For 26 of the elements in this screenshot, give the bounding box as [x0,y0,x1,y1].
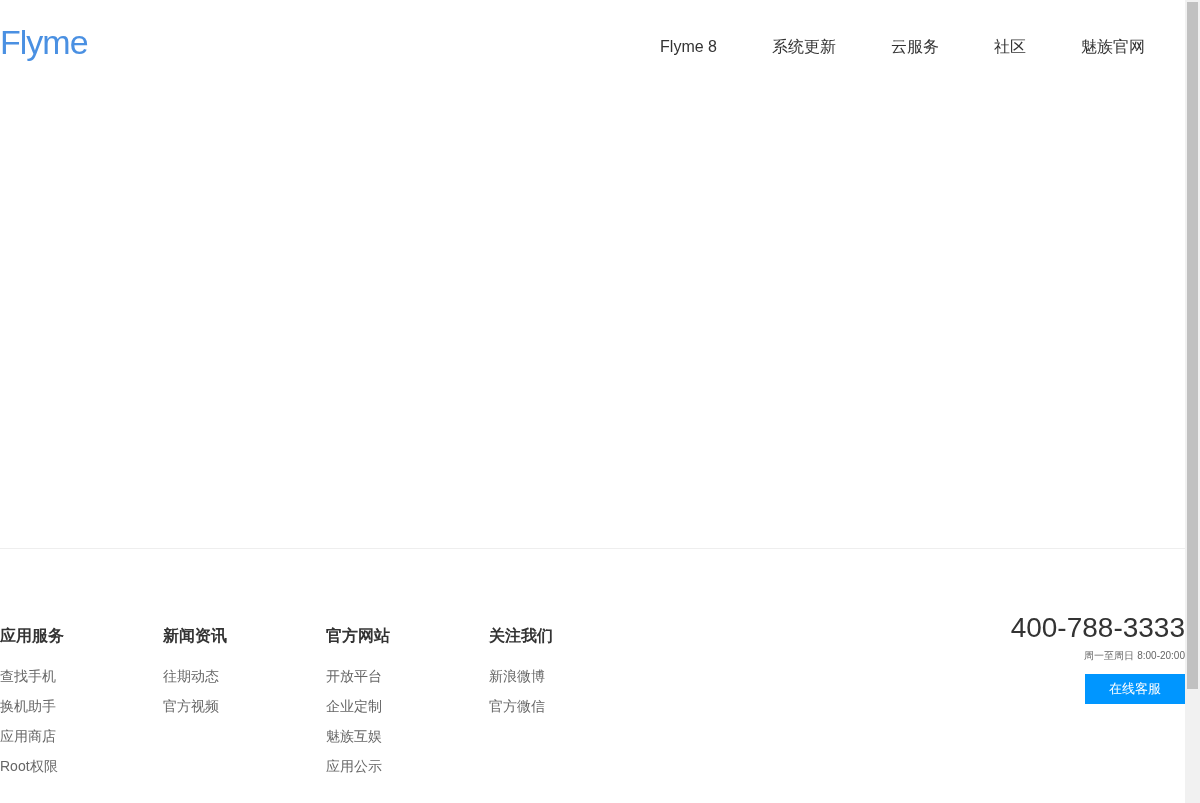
flyme-logo[interactable]: Flyme [0,25,88,59]
footer-link[interactable]: 新浪微博 [489,666,545,686]
footer-link[interactable]: 开放平台 [326,666,382,686]
column-heading: 官方网站 [326,626,391,646]
nav-link[interactable]: 云服务 [891,37,939,57]
column-heading: 新闻资讯 [163,626,228,646]
footer-link[interactable]: 换机助手 [0,696,56,716]
footer-link[interactable]: 往期动态 [163,666,219,686]
footer-link[interactable]: 应用商店 [0,726,56,746]
footer-link[interactable]: Root权限 [0,756,58,776]
footer-link[interactable]: 查找手机 [0,666,56,686]
nav-link[interactable]: 系统更新 [772,37,836,57]
phone-number: 400-788-3333 [1010,611,1185,645]
nav-link[interactable]: 魅族官网 [1081,37,1145,57]
column-heading: 关注我们 [489,626,554,646]
footer-link[interactable]: 企业定制 [326,696,382,716]
nav-link[interactable]: 社区 [994,37,1026,57]
service-hours: 周一至周日 8:00-20:00 [1084,649,1185,663]
footer-link[interactable]: 应用公示 [326,756,382,776]
column-heading: 应用服务 [0,626,65,646]
scrollbar-thumb[interactable] [1187,2,1198,689]
footer-link[interactable]: 官方微信 [489,696,545,716]
scrollbar[interactable] [1185,0,1200,803]
footer-link[interactable]: 魅族互娱 [326,726,382,746]
nav-link[interactable]: Flyme 8 [660,37,717,57]
footer-link[interactable]: 官方视频 [163,696,219,716]
